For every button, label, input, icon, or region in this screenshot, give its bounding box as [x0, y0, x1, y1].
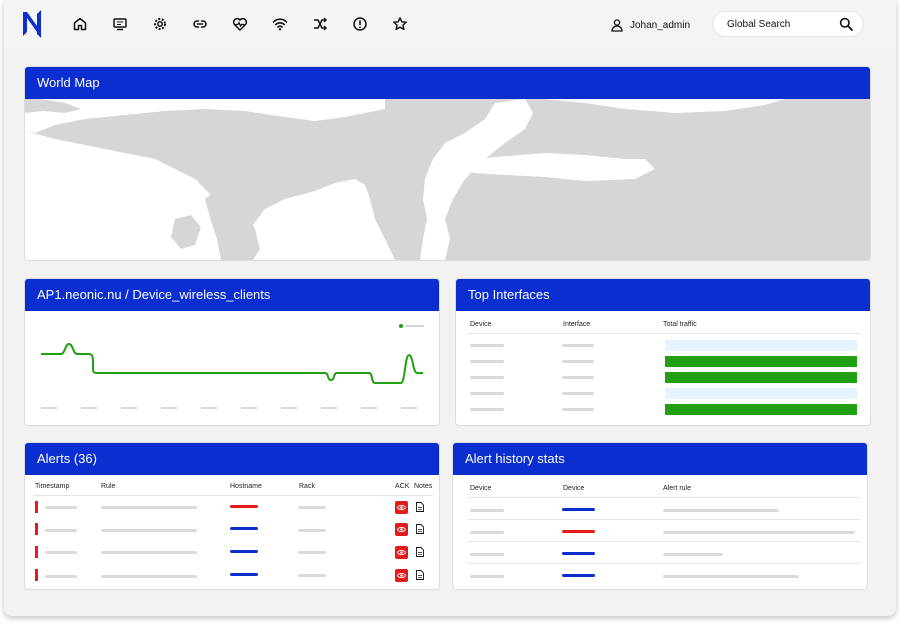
series-line [41, 342, 423, 384]
global-search-box[interactable]: Global Search [712, 11, 864, 37]
note-button[interactable] [414, 569, 425, 581]
note-button[interactable] [414, 501, 425, 513]
x-axis-tick-placeholders [41, 407, 417, 409]
ack-button[interactable] [395, 501, 408, 514]
header-divider [468, 333, 860, 334]
app-window: Johan_admin Global Search World Map AP1.… [4, 0, 896, 616]
user-menu[interactable]: Johan_admin [610, 16, 690, 34]
eye-icon [397, 549, 406, 556]
traffic-bar [665, 340, 857, 351]
hostname-placeholder [230, 527, 258, 530]
device-placeholder [562, 574, 595, 577]
panel-title: Alert history stats [453, 443, 867, 475]
top-navigation-bar: Johan_admin Global Search [4, 0, 896, 48]
hostname-placeholder [230, 505, 258, 508]
world-map[interactable] [25, 99, 870, 260]
eye-icon [397, 504, 406, 511]
alerts-panel: Alerts (36) Timestamp Rule Hostname Rack… [24, 442, 440, 590]
ack-button[interactable] [395, 569, 408, 582]
legend-label-placeholder [406, 325, 424, 327]
star-icon[interactable] [390, 14, 410, 34]
ack-button[interactable] [395, 546, 408, 559]
traffic-bar [665, 404, 857, 415]
col-header-interface: Interface [563, 321, 591, 328]
wireless-clients-panel: AP1.neonic.nu / Device_wireless_clients [24, 278, 440, 426]
top-interfaces-panel: Top Interfaces Device Interface Total tr… [455, 278, 871, 426]
wireless-clients-chart[interactable] [25, 311, 439, 425]
link-icon[interactable] [190, 14, 210, 34]
panel-title: Alerts (36) [25, 443, 439, 475]
document-icon [415, 502, 424, 512]
document-icon [415, 547, 424, 557]
eye-icon [397, 526, 406, 533]
severity-marker [35, 546, 38, 558]
wifi-icon[interactable] [270, 14, 290, 34]
device-placeholder [562, 552, 595, 555]
note-button[interactable] [414, 523, 425, 535]
panel-title: AP1.neonic.nu / Device_wireless_clients [25, 279, 439, 311]
legend-dot [399, 324, 403, 328]
device-placeholder [562, 530, 595, 533]
eye-icon [397, 572, 406, 579]
document-icon [415, 524, 424, 534]
col-header-rack: Rack [299, 483, 315, 490]
col-header-hostname: Hostname [230, 483, 262, 490]
traffic-bar [665, 356, 857, 367]
home-icon[interactable] [70, 14, 90, 34]
device-placeholder [562, 508, 595, 511]
row-divider [468, 519, 860, 520]
col-header-notes: Notes [414, 483, 433, 490]
col-header-device-2: Device [563, 485, 585, 492]
nav-icon-bar [70, 14, 430, 34]
user-icon [611, 19, 623, 32]
search-icon[interactable] [839, 17, 853, 31]
alert-icon[interactable] [350, 14, 370, 34]
alert-history-panel: Alert history stats Device Device Alert … [452, 442, 868, 590]
col-header-total-traffic: Total traffic [663, 321, 697, 328]
user-name: Johan_admin [630, 19, 691, 31]
col-header-ack: ACK [395, 483, 410, 490]
brand-logo[interactable] [22, 10, 44, 38]
severity-marker [35, 569, 38, 581]
world-map-panel: World Map [24, 66, 871, 261]
header-divider [468, 497, 860, 498]
traffic-bar [665, 372, 857, 383]
panel-title: World Map [25, 67, 870, 99]
row-divider [468, 541, 860, 542]
col-header-alert-rule: Alert rule [663, 485, 692, 492]
col-header-device: Device [470, 485, 492, 492]
hostname-placeholder [230, 550, 258, 553]
panel-title: Top Interfaces [456, 279, 870, 311]
monitor-icon[interactable] [110, 14, 130, 34]
col-header-device: Device [470, 321, 492, 328]
col-header-rule: Rule [101, 483, 116, 490]
ack-button[interactable] [395, 523, 408, 536]
shuffle-icon[interactable] [310, 14, 330, 34]
note-button[interactable] [414, 546, 425, 558]
row-divider [468, 563, 860, 564]
search-label: Global Search [727, 19, 791, 30]
severity-marker [35, 523, 38, 535]
traffic-bar [665, 388, 857, 399]
document-icon [415, 570, 424, 580]
col-header-timestamp: Timestamp [35, 483, 70, 490]
settings-icon[interactable] [150, 14, 170, 34]
header-divider [33, 495, 433, 496]
hostname-placeholder [230, 573, 258, 576]
severity-marker [35, 501, 38, 513]
health-icon[interactable] [230, 14, 250, 34]
